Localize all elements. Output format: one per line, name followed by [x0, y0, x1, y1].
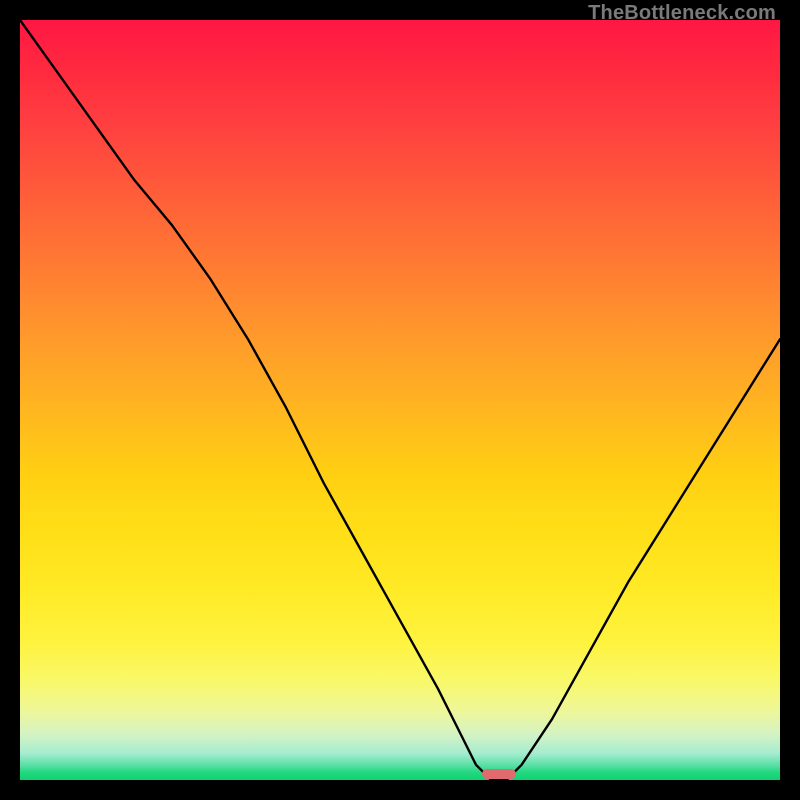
bottleneck-curve — [20, 20, 780, 780]
plot-area — [20, 20, 780, 780]
optimal-marker — [482, 769, 516, 779]
outer-frame: TheBottleneck.com — [0, 0, 800, 800]
